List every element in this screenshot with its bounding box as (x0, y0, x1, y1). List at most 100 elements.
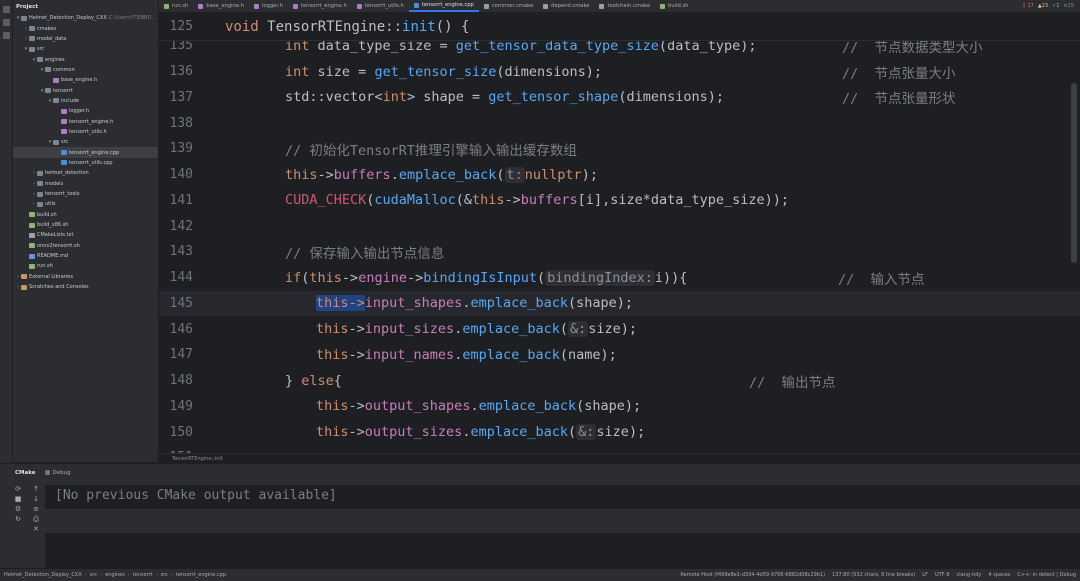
tree-item[interactable]: › helmet_detection (13, 168, 158, 178)
scroll-up-icon[interactable]: ↑ (31, 484, 41, 494)
caret-position[interactable]: 137:80 (532 chars, 8 line breaks) (832, 572, 915, 578)
tree-item[interactable]: › utils (13, 199, 158, 209)
error-count[interactable]: ❗17 (1021, 3, 1034, 9)
tree-item[interactable]: › models (13, 179, 158, 189)
scroll-down-icon[interactable]: ↓ (31, 494, 41, 504)
editor-tab[interactable]: tensorrt_engine.h (288, 0, 352, 12)
reset-icon[interactable]: ↻ (13, 514, 23, 524)
tree-item[interactable]: › Scratches and Consoles (13, 282, 158, 292)
code-line[interactable]: 144 if(this->engine->bindingIsInput(bindi… (159, 265, 1080, 291)
editor-tab[interactable]: depend.cmake (538, 0, 594, 12)
code-line[interactable]: 136 int size = get_tensor_size(dimensions… (159, 59, 1080, 85)
editor-tab[interactable]: base_engine.h (193, 0, 249, 12)
stop-icon[interactable]: ■ (13, 494, 23, 504)
tree-item[interactable]: › model_data (13, 34, 158, 44)
tree-item[interactable]: › External Libraries (13, 272, 158, 282)
tree-item[interactable]: ▾ common (13, 65, 158, 75)
navigation-breadcrumb[interactable]: Helmet_Detection_Deploy_CXX › src › engines ›… (0, 572, 226, 578)
editor-tab[interactable]: run.sh (159, 0, 193, 12)
tree-item[interactable]: tensorrt_utils.h (13, 127, 158, 137)
sticky-header-line[interactable]: 125 void TensorRTEngine::init() { (159, 13, 1080, 41)
tree-item[interactable]: ▾ src (13, 137, 158, 147)
structure-tool-icon[interactable] (3, 32, 10, 39)
code-line[interactable]: 146 this->input_sizes.emplace_back(&: size… (159, 316, 1080, 342)
code-line[interactable]: 151 (159, 445, 1080, 453)
editor-tab[interactable]: tensorrt_engine.cpp (408, 0, 479, 12)
breadcrumb-item[interactable]: tensorrt (133, 572, 153, 578)
tree-item[interactable]: ▾ Helmet_Detection_Deploy_CXX C:\Users\YTE… (13, 13, 158, 23)
code-editor[interactable]: 125 void TensorRTEngine::init() { ⌃ ⌄ 13… (159, 13, 1080, 453)
code-line[interactable]: 149 this->output_shapes.emplace_back(shap… (159, 394, 1080, 420)
line-separator[interactable]: LF (922, 572, 928, 578)
reload-icon[interactable]: ⟳ (13, 484, 23, 494)
editor-scrollbar-thumb[interactable] (1071, 83, 1077, 263)
tree-item[interactable]: build_x86.sh (13, 220, 158, 230)
breadcrumb-item[interactable]: src (161, 572, 168, 578)
line-number[interactable]: 148 (159, 373, 193, 388)
tree-item[interactable]: ▾ tensorrt (13, 85, 158, 95)
inspection-indicators[interactable]: ❗17 ▲23 ✓1 ≡15 (1021, 3, 1080, 9)
code-line[interactable]: 148} else{// 输出节点 (159, 368, 1080, 394)
line-number[interactable]: 139 (159, 141, 193, 156)
project-panel-title[interactable]: Project (13, 0, 158, 13)
code-line[interactable]: 142 (159, 213, 1080, 239)
code-line[interactable]: 141 CUDA_CHECK(cudaMalloc(&this->buffers[… (159, 188, 1080, 214)
tree-item[interactable]: ▾ engines (13, 54, 158, 64)
line-number[interactable]: 141 (159, 193, 193, 208)
file-encoding[interactable]: UTF-8 (935, 572, 950, 578)
settings-icon[interactable]: ⚙ (13, 504, 23, 514)
tree-item[interactable]: README.md (13, 251, 158, 261)
tree-item[interactable]: logger.h (13, 106, 158, 116)
clang-tidy[interactable]: clang-tidy (957, 572, 982, 578)
tree-item[interactable]: ▾ include (13, 96, 158, 106)
line-number[interactable]: 138 (159, 116, 193, 131)
line-number[interactable]: 146 (159, 322, 193, 337)
editor-breadcrumb[interactable]: TensorRTEngine::init (159, 453, 1080, 463)
editor-tab[interactable]: tensorrt_utils.h (352, 0, 409, 12)
code-line[interactable]: 138 (159, 110, 1080, 136)
breadcrumb-item[interactable]: src (90, 572, 97, 578)
tree-item[interactable]: CMakeLists.txt (13, 230, 158, 240)
code-line[interactable]: 140 this->buffers.emplace_back(t: nullptr)… (159, 162, 1080, 188)
editor-tab[interactable]: build.sh (655, 0, 693, 12)
breadcrumb-item[interactable]: tensorrt_engine.cpp (176, 572, 226, 578)
line-number[interactable]: 147 (159, 347, 193, 362)
typo-count[interactable]: ≡15 (1063, 3, 1074, 9)
weak-warning-count[interactable]: ✓1 (1052, 3, 1059, 9)
tree-item[interactable]: tensorrt_utils.cpp (13, 158, 158, 168)
editor-tab[interactable]: logger.h (249, 0, 288, 12)
code-line[interactable]: 139 // 初始化TensorRT推理引擎输入输出缓存数组 (159, 136, 1080, 162)
indent-setting[interactable]: 4 spaces (988, 572, 1010, 578)
cmake-output[interactable]: [No previous CMake output available] (45, 485, 1080, 569)
code-line[interactable]: 137 std::vector<int> shape = get_tensor_s… (159, 85, 1080, 111)
clear-icon[interactable]: ✕ (31, 524, 41, 534)
soft-wrap-icon[interactable]: ≡ (31, 504, 41, 514)
tree-item[interactable]: tensorrt_engine.h (13, 116, 158, 126)
breadcrumb-item[interactable]: engines (105, 572, 125, 578)
tree-item[interactable]: run.sh (13, 261, 158, 271)
language-context[interactable]: C++: in detect | Debug (1017, 572, 1076, 578)
code-line[interactable]: 150 this->output_sizes.emplace_back(&: siz… (159, 419, 1080, 445)
line-number[interactable]: 144 (159, 270, 193, 285)
editor-tab[interactable]: toolchain.cmake (594, 0, 655, 12)
code-line[interactable]: 147 this->input_names.emplace_back(name); (159, 342, 1080, 368)
line-number[interactable]: 142 (159, 219, 193, 234)
tree-item[interactable]: › tensorrt_tools (13, 189, 158, 199)
line-number[interactable]: 150 (159, 425, 193, 440)
project-tool-icon[interactable] (3, 6, 10, 13)
tree-item[interactable]: onnx2tensorrt.sh (13, 241, 158, 251)
breadcrumb-item[interactable]: Helmet_Detection_Deploy_CXX (4, 572, 82, 578)
code-line[interactable]: 145 this->input_shapes.emplace_back(shape… (159, 290, 1080, 317)
cmake-tab[interactable]: CMake (15, 470, 35, 476)
warning-count[interactable]: ▲23 (1038, 3, 1048, 9)
tree-item[interactable]: tensorrt_engine.cpp (13, 147, 158, 158)
line-number[interactable]: 143 (159, 244, 193, 259)
print-icon[interactable]: ⎙ (31, 514, 41, 524)
tree-item[interactable]: build.sh (13, 210, 158, 220)
line-number[interactable]: 145 (159, 296, 193, 311)
line-number[interactable]: 136 (159, 64, 193, 79)
tree-item[interactable]: ▾ src (13, 44, 158, 54)
code-line[interactable]: 143 // 保存输入输出节点信息 (159, 239, 1080, 265)
remote-host[interactable]: Remote Host (f499e8e1-d334-4d59-9706-688… (680, 572, 825, 578)
commit-tool-icon[interactable] (3, 19, 10, 26)
